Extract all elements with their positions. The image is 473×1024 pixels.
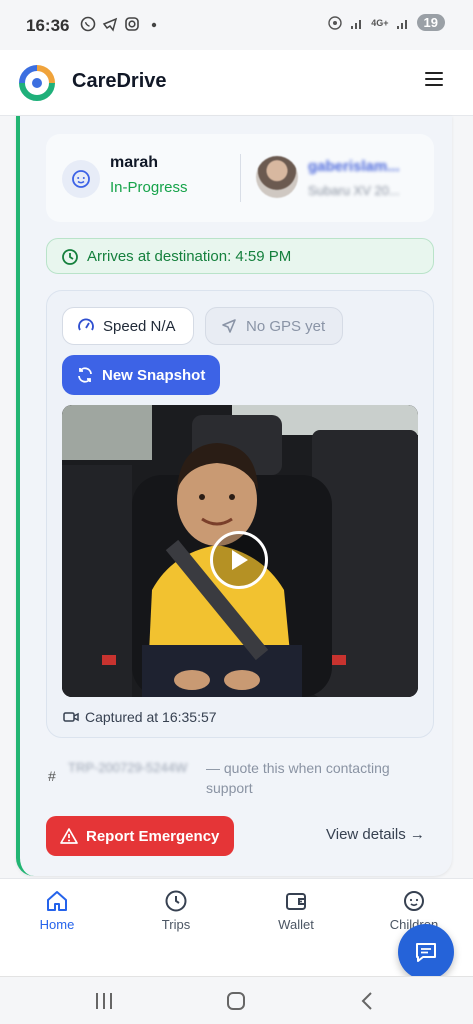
refresh-icon: [78, 367, 92, 383]
captured-at-text: Captured at 16:35:57: [85, 709, 217, 725]
live-monitor-card: Speed N/A No GPS yet New Snapshot Captur…: [46, 290, 434, 738]
divider: [240, 154, 241, 202]
instagram-icon: [125, 17, 139, 31]
telegram-icon: [102, 17, 118, 32]
signal-icon: [351, 19, 362, 29]
home-button-icon[interactable]: [224, 989, 248, 1013]
notification-icons: [80, 16, 162, 32]
navigation-arrow-icon: [222, 319, 236, 333]
speedometer-icon: [78, 318, 94, 331]
home-icon: [47, 891, 67, 911]
nav-trips[interactable]: Trips: [136, 889, 216, 932]
play-icon: [232, 550, 248, 570]
nav-home[interactable]: Home: [17, 889, 97, 932]
car-snapshot-photo[interactable]: [62, 405, 418, 697]
warning-icon: [60, 828, 78, 844]
driver-car: Subaru XV 20...: [308, 183, 400, 198]
new-snapshot-button[interactable]: New Snapshot: [62, 355, 220, 395]
trip-reference-code[interactable]: TRP-200729-5244W: [68, 758, 188, 778]
hotspot-icon: [328, 15, 342, 30]
status-time: 16:36: [26, 16, 70, 35]
trip-status: In-Progress: [110, 179, 188, 196]
nav-home-label: Home: [39, 917, 75, 932]
speed-label: Speed N/A: [103, 317, 176, 335]
signal-icon-2: [396, 19, 407, 29]
dot-icon: [151, 22, 157, 28]
status-bar: 16:36 4G+ 19: [0, 0, 473, 50]
caredrive-logo-icon: [19, 65, 55, 102]
report-emergency-label: Report Emergency: [86, 827, 220, 845]
driver-name: gaberislam...: [308, 158, 400, 175]
nav-trips-label: Trips: [161, 917, 191, 932]
hash-icon: #: [48, 768, 56, 784]
gps-chip: No GPS yet: [205, 307, 343, 345]
nav-wallet-label: Wallet: [278, 917, 314, 932]
report-emergency-button[interactable]: Report Emergency: [46, 816, 234, 856]
app-header: CareDrive: [0, 50, 473, 116]
trip-reference: # TRP-200729-5244W — quote this when con…: [48, 756, 428, 806]
driver-avatar: [256, 156, 298, 198]
gps-label: No GPS yet: [246, 317, 326, 335]
network-type: 4G+: [371, 17, 389, 28]
battery-indicator: 19: [416, 14, 445, 31]
trip-header[interactable]: marah In-Progress gaberislam... Subaru X…: [46, 134, 434, 222]
clock-icon: [165, 890, 187, 912]
clock-icon: [62, 249, 78, 265]
new-snapshot-label: New Snapshot: [102, 366, 206, 384]
child-face-icon: [404, 891, 424, 911]
recent-apps-icon[interactable]: [92, 989, 116, 1013]
child-name: marah: [110, 154, 159, 171]
back-icon[interactable]: [356, 989, 380, 1013]
chat-support-button[interactable]: [398, 924, 454, 980]
app-title: CareDrive: [72, 70, 167, 92]
wallet-icon: [286, 893, 306, 910]
eta-text: Arrives at destination: 4:59 PM: [87, 248, 292, 265]
play-video-button[interactable]: [210, 531, 268, 589]
active-trip-card: marah In-Progress gaberislam... Subaru X…: [16, 116, 452, 876]
video-camera-icon: [63, 712, 79, 722]
snapshot-caption: Captured at 16:35:57: [63, 709, 217, 725]
whatsapp-icon: [80, 16, 96, 32]
child-face-icon: [62, 160, 100, 198]
speed-chip: Speed N/A: [62, 307, 194, 345]
trip-reference-note: — quote this when contacting support: [206, 760, 390, 796]
chat-icon: [416, 943, 436, 962]
eta-banner: Arrives at destination: 4:59 PM: [46, 238, 434, 274]
nav-wallet[interactable]: Wallet: [256, 889, 336, 932]
hamburger-menu-icon[interactable]: [425, 72, 443, 88]
system-status-icons: 4G+ 19: [327, 14, 445, 31]
view-details-link[interactable]: View details →: [326, 826, 425, 843]
system-navigation-bar: [0, 976, 473, 1024]
